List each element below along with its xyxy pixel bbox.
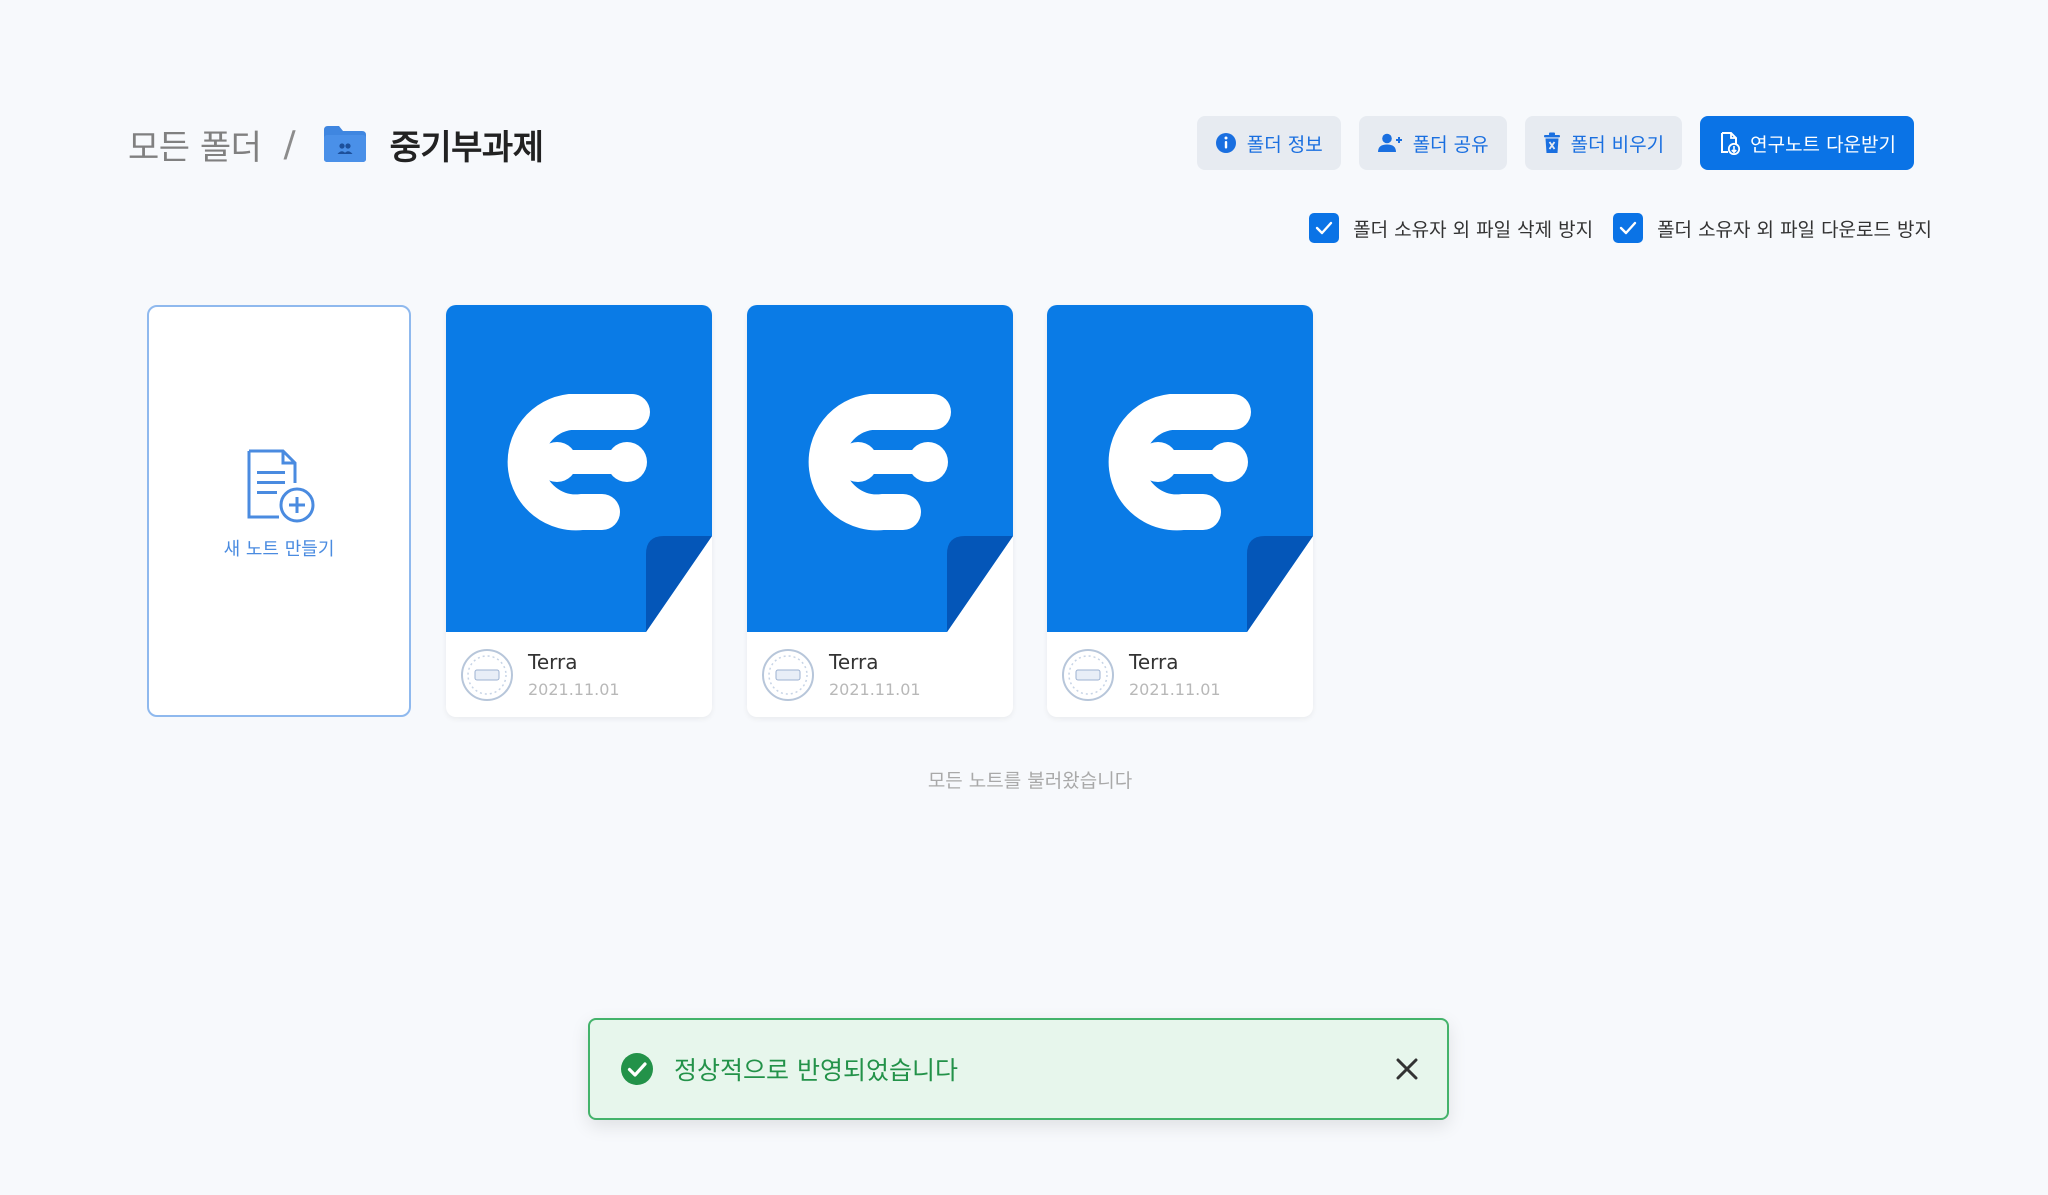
avatar xyxy=(762,648,814,701)
add-note-icon xyxy=(247,449,315,523)
note-card[interactable]: Terra 2021.11.01 xyxy=(1047,305,1313,717)
folder-toolbar: 폴더 정보 폴더 공유 폴더 비우기 연구노트 다운받기 xyxy=(1196,116,1914,170)
note-date: 2021.11.01 xyxy=(528,680,620,699)
note-meta: Terra 2021.11.01 xyxy=(1047,632,1313,717)
prevent-delete-label: 폴더 소유자 외 파일 삭제 방지 xyxy=(1353,218,1594,241)
prevent-delete-option[interactable]: 폴더 소유자 외 파일 삭제 방지 xyxy=(1309,213,1593,243)
prevent-delete-checkbox[interactable] xyxy=(1309,213,1340,243)
new-note-label: 새 노트 만들기 xyxy=(223,539,335,560)
page-fold-icon xyxy=(646,536,712,632)
note-thumbnail xyxy=(446,305,712,632)
note-card[interactable]: Terra 2021.11.01 xyxy=(747,305,1013,717)
download-notes-label: 연구노트 다운받기 xyxy=(1750,133,1896,156)
breadcrumb-root[interactable]: 모든 폴더 xyxy=(128,120,262,169)
note-meta: Terra 2021.11.01 xyxy=(446,632,712,717)
app-logo-icon xyxy=(1108,394,1251,531)
folder-share-label: 폴더 공유 xyxy=(1412,133,1489,156)
app-logo-icon xyxy=(507,394,650,531)
avatar xyxy=(461,648,513,701)
prevent-download-label: 폴더 소유자 외 파일 다운로드 방지 xyxy=(1657,218,1932,241)
info-icon xyxy=(1215,132,1237,154)
shared-folder-icon xyxy=(322,124,368,164)
note-owner: Terra xyxy=(829,650,879,674)
folder-empty-button[interactable]: 폴더 비우기 xyxy=(1524,116,1683,170)
note-owner: Terra xyxy=(528,650,578,674)
note-meta: Terra 2021.11.01 xyxy=(747,632,1013,717)
page-fold-icon xyxy=(947,536,1013,632)
avatar xyxy=(1062,648,1114,701)
folder-info-button[interactable]: 폴더 정보 xyxy=(1196,116,1341,170)
app-logo-icon xyxy=(808,394,951,531)
note-owner: Terra xyxy=(1129,650,1179,674)
add-user-icon xyxy=(1377,132,1403,154)
breadcrumb-separator: / xyxy=(283,123,296,165)
trash-icon xyxy=(1543,132,1561,154)
note-date: 2021.11.01 xyxy=(1129,680,1221,699)
download-notes-button[interactable]: 연구노트 다운받기 xyxy=(1700,116,1914,170)
prevent-download-option[interactable]: 폴더 소유자 외 파일 다운로드 방지 xyxy=(1613,213,1932,243)
new-note-card[interactable]: 새 노트 만들기 xyxy=(147,305,411,717)
breadcrumb: 모든 폴더 / 중기부과제 xyxy=(128,118,544,170)
close-icon[interactable] xyxy=(1393,1055,1421,1083)
load-status-message: 모든 노트를 불러왔습니다 xyxy=(927,770,1133,792)
folder-info-label: 폴더 정보 xyxy=(1246,133,1323,156)
page-fold-icon xyxy=(1247,536,1313,632)
folder-empty-label: 폴더 비우기 xyxy=(1570,133,1665,156)
toast-message: 정상적으로 반영되었습니다 xyxy=(674,1056,958,1085)
page-title: 중기부과제 xyxy=(389,127,544,168)
file-download-icon xyxy=(1718,131,1741,155)
success-toast: 정상적으로 반영되었습니다 xyxy=(588,1018,1449,1120)
folder-options: 폴더 소유자 외 파일 삭제 방지 폴더 소유자 외 파일 다운로드 방지 xyxy=(1309,213,1932,243)
check-icon xyxy=(1315,221,1333,235)
folder-share-button[interactable]: 폴더 공유 xyxy=(1358,116,1507,170)
note-date: 2021.11.01 xyxy=(829,680,921,699)
note-thumbnail xyxy=(747,305,1013,632)
check-circle-icon xyxy=(621,1053,653,1085)
note-thumbnail xyxy=(1047,305,1313,632)
note-card[interactable]: Terra 2021.11.01 xyxy=(446,305,712,717)
check-icon xyxy=(1619,221,1637,235)
prevent-download-checkbox[interactable] xyxy=(1613,213,1644,243)
